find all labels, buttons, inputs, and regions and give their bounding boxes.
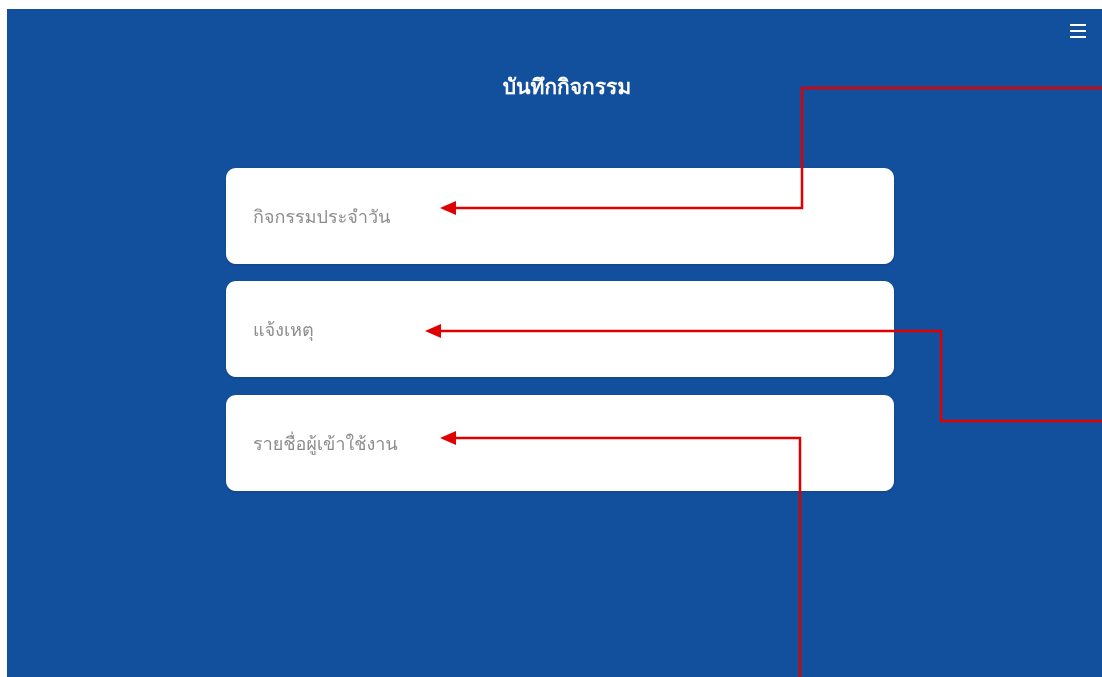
- app-screen: บันทึกกิจกรรม กิจกรรมประจำวัน แจ้งเหตุ ร…: [7, 9, 1102, 677]
- menu-bar: [1070, 36, 1086, 38]
- menu-bar: [1070, 30, 1086, 32]
- menu-card-user-list[interactable]: รายชื่อผู้เข้าใช้งาน: [226, 395, 894, 491]
- menu-card-label: กิจกรรมประจำวัน: [253, 207, 391, 228]
- page-title: บันทึกกิจกรรม: [502, 75, 632, 99]
- menu-card-label: รายชื่อผู้เข้าใช้งาน: [253, 434, 398, 455]
- hamburger-menu-icon[interactable]: [1069, 22, 1087, 40]
- menu-card-report-incident[interactable]: แจ้งเหตุ: [226, 281, 894, 377]
- menu-card-label: แจ้งเหตุ: [253, 320, 314, 341]
- menu-card-daily-activity[interactable]: กิจกรรมประจำวัน: [226, 168, 894, 264]
- menu-bar: [1070, 24, 1086, 26]
